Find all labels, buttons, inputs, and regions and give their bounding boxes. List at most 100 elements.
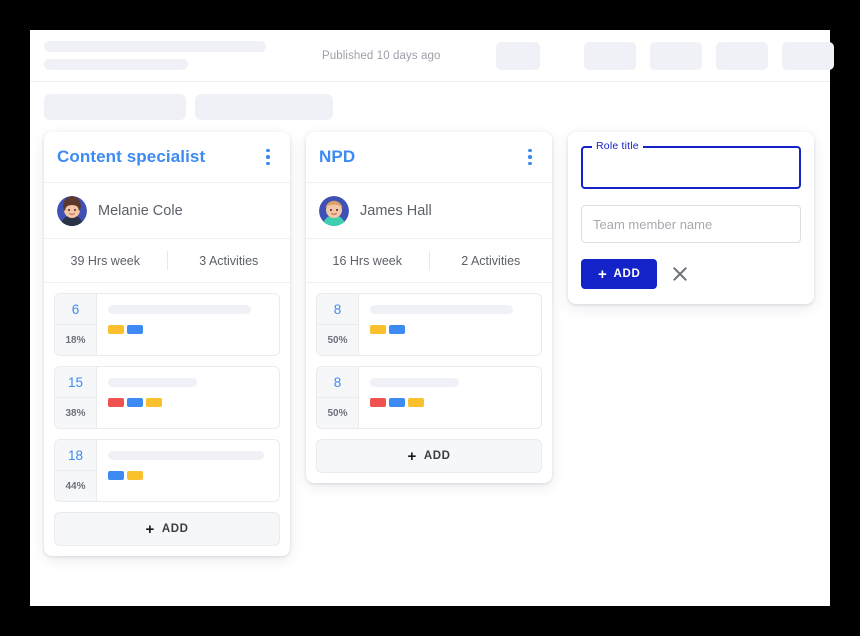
toolbar-actions (496, 41, 835, 70)
add-role-button[interactable]: + ADD (581, 259, 658, 289)
tag-blue (108, 471, 124, 480)
close-x-icon[interactable] (671, 265, 689, 283)
role-card-title: NPD (319, 147, 356, 166)
activity-name-skeleton (370, 378, 459, 387)
toolbar-chip-2[interactable] (584, 41, 637, 70)
activity-percent: 50% (327, 334, 348, 346)
role-card-title: Content specialist (57, 147, 206, 166)
activities-count: 2 Activities (461, 253, 521, 268)
activity-tags (108, 398, 269, 407)
activity-metrics: 18 44% (55, 440, 97, 501)
role-card-header: Content specialist (44, 132, 290, 183)
activity-name-skeleton (108, 378, 197, 387)
activity-hours: 15 (55, 367, 96, 398)
add-activity-label: ADD (161, 523, 189, 535)
role-title-field[interactable]: Role title (581, 140, 801, 189)
activity-percent: 18% (65, 334, 86, 346)
activities-count: 3 Activities (199, 253, 259, 268)
activity-tags (108, 325, 269, 334)
add-activity-label: ADD (423, 450, 451, 462)
title-skeleton-line-2 (44, 59, 188, 70)
toolbar-chip-4[interactable] (716, 41, 769, 70)
role-card-stats: 39 Hrs week 3 Activities (44, 239, 290, 283)
tag-blue (127, 398, 143, 407)
activity-hours: 6 (55, 294, 96, 325)
activity-name-skeleton (370, 305, 514, 314)
activity-content (359, 294, 541, 355)
activity-row[interactable]: 18 44% (54, 439, 280, 502)
plus-icon: + (145, 520, 155, 538)
activity-row[interactable]: 8 50% (316, 366, 542, 429)
tag-blue (127, 325, 143, 334)
plus-icon: + (407, 447, 417, 465)
add-activity-button[interactable]: + ADD (316, 439, 542, 473)
activity-content (97, 440, 279, 501)
title-skeleton-line-1 (44, 41, 266, 52)
tag-blue (389, 398, 405, 407)
avatar (319, 195, 349, 226)
activity-metrics: 8 50% (317, 294, 359, 355)
panel-actions: + ADD (581, 259, 801, 289)
activity-metrics: 15 38% (55, 367, 97, 428)
activity-content (359, 367, 541, 428)
activity-row[interactable]: 8 50% (316, 293, 542, 356)
activity-row[interactable]: 15 38% (54, 366, 280, 429)
activity-content (97, 294, 279, 355)
hours-per-week: 39 Hrs week (70, 253, 140, 268)
activity-name-skeleton (108, 451, 265, 460)
activity-tags (370, 398, 531, 407)
activity-metrics: 8 50% (317, 367, 359, 428)
activity-hours: 18 (55, 440, 96, 471)
tag-red (370, 398, 386, 407)
kebab-menu-icon[interactable] (258, 147, 278, 167)
filter-chip-2[interactable] (195, 94, 333, 120)
activity-percent: 50% (327, 407, 348, 419)
activity-name-skeleton (108, 305, 252, 314)
role-card-activities: 8 50% 8 50% + ADD (306, 283, 552, 483)
toolbar-chip-3[interactable] (650, 41, 703, 70)
role-card: Content specialist Melanie Cole 39 Hrs w… (44, 132, 290, 556)
add-role-label: ADD (613, 268, 641, 280)
filter-chip-1[interactable] (44, 94, 186, 120)
toolbar-chip-5[interactable] (782, 41, 835, 70)
activity-metrics: 6 18% (55, 294, 97, 355)
person-name: James Hall (360, 202, 432, 219)
role-card-stats: 16 Hrs week 2 Activities (306, 239, 552, 283)
tag-yellow (127, 471, 143, 480)
role-card-person: Melanie Cole (44, 183, 290, 239)
add-activity-button[interactable]: + ADD (54, 512, 280, 546)
kebab-menu-icon[interactable] (520, 147, 540, 167)
role-board: Content specialist Melanie Cole 39 Hrs w… (30, 132, 830, 556)
activity-tags (108, 471, 269, 480)
activity-hours: 8 (317, 294, 358, 325)
toolbar-chip-1[interactable] (496, 41, 541, 70)
tag-blue (389, 325, 405, 334)
avatar (57, 195, 87, 226)
role-card-activities: 6 18% 15 38% 18 44% + ADD (44, 283, 290, 556)
role-card-person: James Hall (306, 183, 552, 239)
title-skeleton-group (44, 41, 266, 70)
plus-icon: + (598, 265, 608, 283)
role-title-label: Role title (592, 140, 643, 152)
activity-row[interactable]: 6 18% (54, 293, 280, 356)
hours-per-week: 16 Hrs week (332, 253, 402, 268)
tag-yellow (146, 398, 162, 407)
team-member-input[interactable] (582, 206, 800, 242)
person-name: Melanie Cole (98, 202, 183, 219)
published-status: Published 10 days ago (322, 49, 441, 62)
activity-content (97, 367, 279, 428)
tag-yellow (108, 325, 124, 334)
tag-yellow (370, 325, 386, 334)
activity-percent: 38% (65, 407, 86, 419)
role-title-input[interactable] (583, 148, 799, 187)
new-role-panel: Role title + ADD (568, 132, 814, 304)
app-page: Published 10 days ago Content specialist (30, 30, 835, 606)
role-card-header: NPD (306, 132, 552, 183)
activity-tags (370, 325, 531, 334)
top-bar: Published 10 days ago (30, 30, 835, 82)
role-card: NPD James Hall 16 Hrs week 2 Activities … (306, 132, 552, 483)
activity-hours: 8 (317, 367, 358, 398)
tag-red (108, 398, 124, 407)
activity-percent: 44% (65, 480, 86, 492)
team-member-field[interactable] (581, 205, 801, 243)
